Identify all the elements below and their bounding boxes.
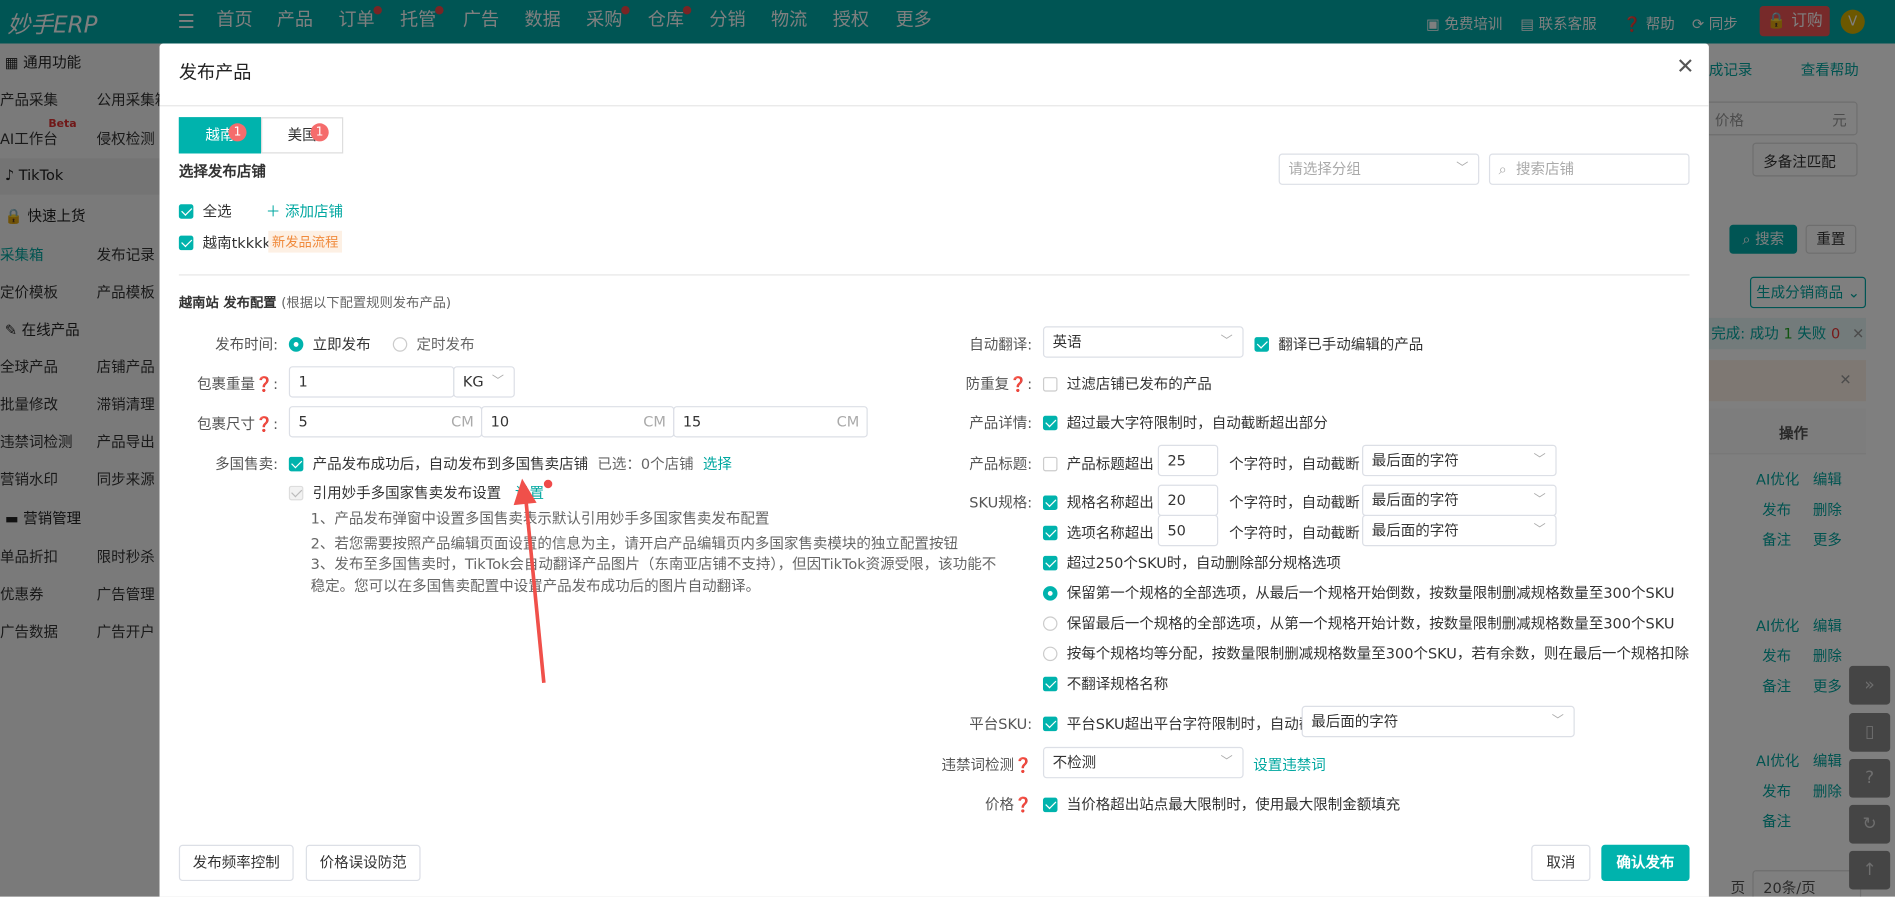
annotation-arrow [0, 0, 1895, 897]
